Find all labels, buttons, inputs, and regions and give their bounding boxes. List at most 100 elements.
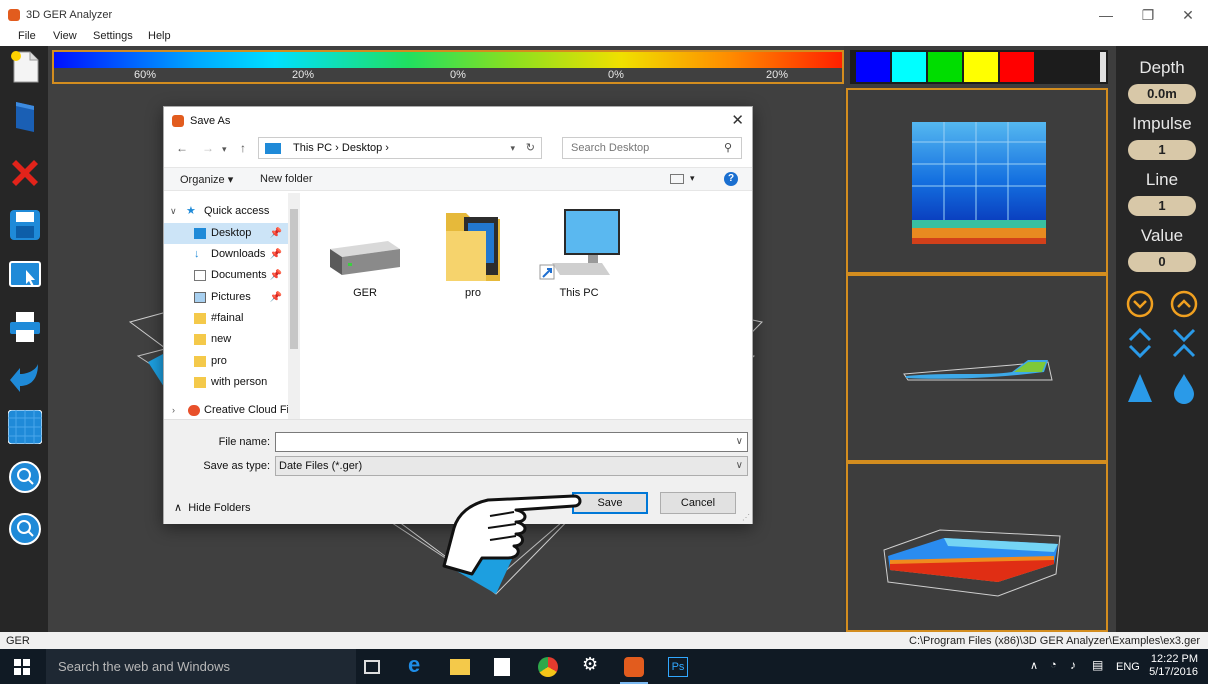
pin-icon[interactable]: 📌 (270, 223, 282, 244)
hide-folders-button[interactable]: ∧ Hide Folders (174, 501, 251, 514)
swatch-green[interactable] (928, 52, 962, 82)
grid-view-icon[interactable] (8, 410, 42, 444)
depth-value[interactable]: 0.0m (1128, 84, 1196, 104)
nav-item-with-person[interactable]: with person (164, 372, 288, 393)
navigation-pane: ∨ ★ Quick access Desktop 📌 ↓ Downloads 📌… (164, 193, 300, 419)
pin-icon[interactable]: 📌 (270, 287, 282, 308)
dialog-close-icon[interactable]: ✕ (731, 111, 744, 129)
recent-chevron-icon[interactable]: ▾ (222, 144, 227, 155)
chrome-icon[interactable] (538, 657, 558, 677)
store-icon[interactable] (494, 658, 510, 676)
pin-icon[interactable]: 📌 (270, 244, 282, 265)
windows-start-icon[interactable] (14, 659, 30, 675)
menu-settings[interactable]: Settings (93, 30, 133, 42)
nav-item-new[interactable]: new (164, 329, 288, 350)
open-file-icon[interactable] (8, 100, 42, 134)
swatch-blue[interactable] (856, 52, 890, 82)
swatch-red[interactable] (1000, 52, 1034, 82)
clock[interactable]: 12:22 PM 5/17/2016 (1149, 653, 1198, 679)
new-file-icon[interactable] (8, 50, 42, 84)
close-button[interactable]: ✕ (1170, 4, 1206, 26)
swatch-yellow[interactable] (964, 52, 998, 82)
scroll-up-icon[interactable] (1170, 290, 1198, 318)
help-icon[interactable]: ? (724, 172, 738, 186)
search-input[interactable]: Search Desktop (562, 137, 742, 159)
address-dropdown-icon[interactable]: ▾ (510, 138, 515, 158)
perspective-view-panel[interactable] (846, 462, 1108, 632)
settings-gear-icon[interactable]: ⚙ (582, 654, 602, 674)
search-icon: ⚲ (724, 142, 733, 154)
clock-date: 5/17/2016 (1149, 666, 1198, 678)
menu-help[interactable]: Help (148, 30, 171, 42)
chevron-down-icon[interactable]: ∨ (736, 433, 743, 451)
nav-item-fainal[interactable]: #fainal (164, 308, 288, 329)
expand-chevron-icon[interactable]: ∨ (170, 201, 177, 222)
screen-select-icon[interactable] (8, 258, 42, 292)
save-as-type-select[interactable]: Date Files (*.ger) ∨ (275, 456, 748, 476)
refresh-icon[interactable]: ↻ (526, 138, 535, 158)
view-options-chevron-icon[interactable]: ▾ (690, 173, 695, 184)
folder-icon (446, 213, 500, 281)
view-options-icon[interactable] (670, 174, 684, 184)
value-value[interactable]: 0 (1128, 252, 1196, 272)
nav-item-desktop[interactable]: Desktop 📌 (164, 223, 288, 244)
side-view-panel[interactable] (846, 274, 1108, 462)
nav-quick-access[interactable]: ∨ ★ Quick access (164, 201, 288, 222)
menu-view[interactable]: View (53, 30, 77, 42)
print-icon[interactable] (8, 310, 42, 344)
taskbar-search-input[interactable]: Search the web and Windows (46, 649, 356, 684)
language-indicator[interactable]: ENG (1116, 661, 1140, 673)
expand-icon[interactable] (1126, 326, 1154, 360)
triangle-icon[interactable] (1126, 372, 1154, 404)
volume-icon[interactable]: ♪ (1070, 658, 1076, 672)
nav-item-creative-cloud[interactable]: › Creative Cloud Fil (164, 400, 288, 421)
collapse-icon[interactable] (1170, 326, 1198, 360)
pin-icon[interactable]: 📌 (270, 265, 282, 286)
swatch-cyan[interactable] (892, 52, 926, 82)
water-drop-icon[interactable] (1172, 372, 1196, 404)
scale-label: 20% (766, 69, 789, 81)
maximize-button[interactable]: ❐ (1130, 4, 1166, 26)
back-arrow-icon[interactable]: ← (176, 141, 188, 155)
cancel-button[interactable]: Cancel (660, 492, 736, 514)
file-explorer-icon[interactable] (450, 659, 470, 675)
network-icon[interactable]: ◔ (1050, 659, 1057, 671)
nav-scrollbar[interactable] (288, 193, 300, 419)
show-hidden-icons-icon[interactable]: ∧ (1030, 659, 1038, 672)
delete-icon[interactable] (8, 156, 42, 190)
new-folder-button[interactable]: New folder (260, 173, 313, 185)
organize-button[interactable]: Organize ▾ (180, 173, 233, 186)
file-item-ger[interactable]: GER (322, 207, 408, 303)
up-arrow-icon[interactable]: ↑ (240, 141, 246, 155)
chevron-down-icon[interactable]: ∨ (736, 457, 743, 475)
zoom-in-icon[interactable] (8, 512, 42, 546)
edge-browser-icon[interactable]: e (408, 652, 428, 677)
file-item-pro[interactable]: pro (430, 207, 516, 303)
nav-item-downloads[interactable]: ↓ Downloads 📌 (164, 244, 288, 265)
top-view-panel[interactable] (846, 88, 1108, 274)
resize-grip-icon[interactable]: ⋰ (742, 513, 750, 522)
minimize-button[interactable]: — (1088, 4, 1124, 26)
ger-analyzer-app-icon[interactable] (624, 657, 644, 677)
address-bar[interactable]: This PC › Desktop › ▾ ↻ (258, 137, 542, 159)
menu-file[interactable]: File (18, 30, 36, 42)
scroll-down-icon[interactable] (1126, 290, 1154, 318)
palette-scrollbar[interactable] (1100, 52, 1106, 82)
task-view-icon[interactable] (364, 660, 380, 674)
nav-item-pro[interactable]: pro (164, 351, 288, 372)
expand-chevron-icon[interactable]: › (172, 400, 175, 421)
photoshop-icon[interactable]: Ps (668, 657, 688, 677)
file-item-this-pc[interactable]: This PC (536, 207, 622, 303)
undo-icon[interactable] (8, 360, 42, 394)
zoom-out-icon[interactable] (8, 460, 42, 494)
depth-label: Depth (1139, 58, 1185, 77)
nav-scrollbar-thumb[interactable] (290, 209, 298, 349)
action-center-icon[interactable]: ▤ (1092, 658, 1103, 672)
impulse-value[interactable]: 1 (1128, 140, 1196, 160)
line-value[interactable]: 1 (1128, 196, 1196, 216)
forward-arrow-icon[interactable]: → (202, 141, 214, 155)
file-name-input[interactable]: ∨ (275, 432, 748, 452)
nav-item-documents[interactable]: Documents 📌 (164, 265, 288, 286)
nav-item-pictures[interactable]: Pictures 📌 (164, 287, 288, 308)
save-icon[interactable] (8, 208, 42, 242)
